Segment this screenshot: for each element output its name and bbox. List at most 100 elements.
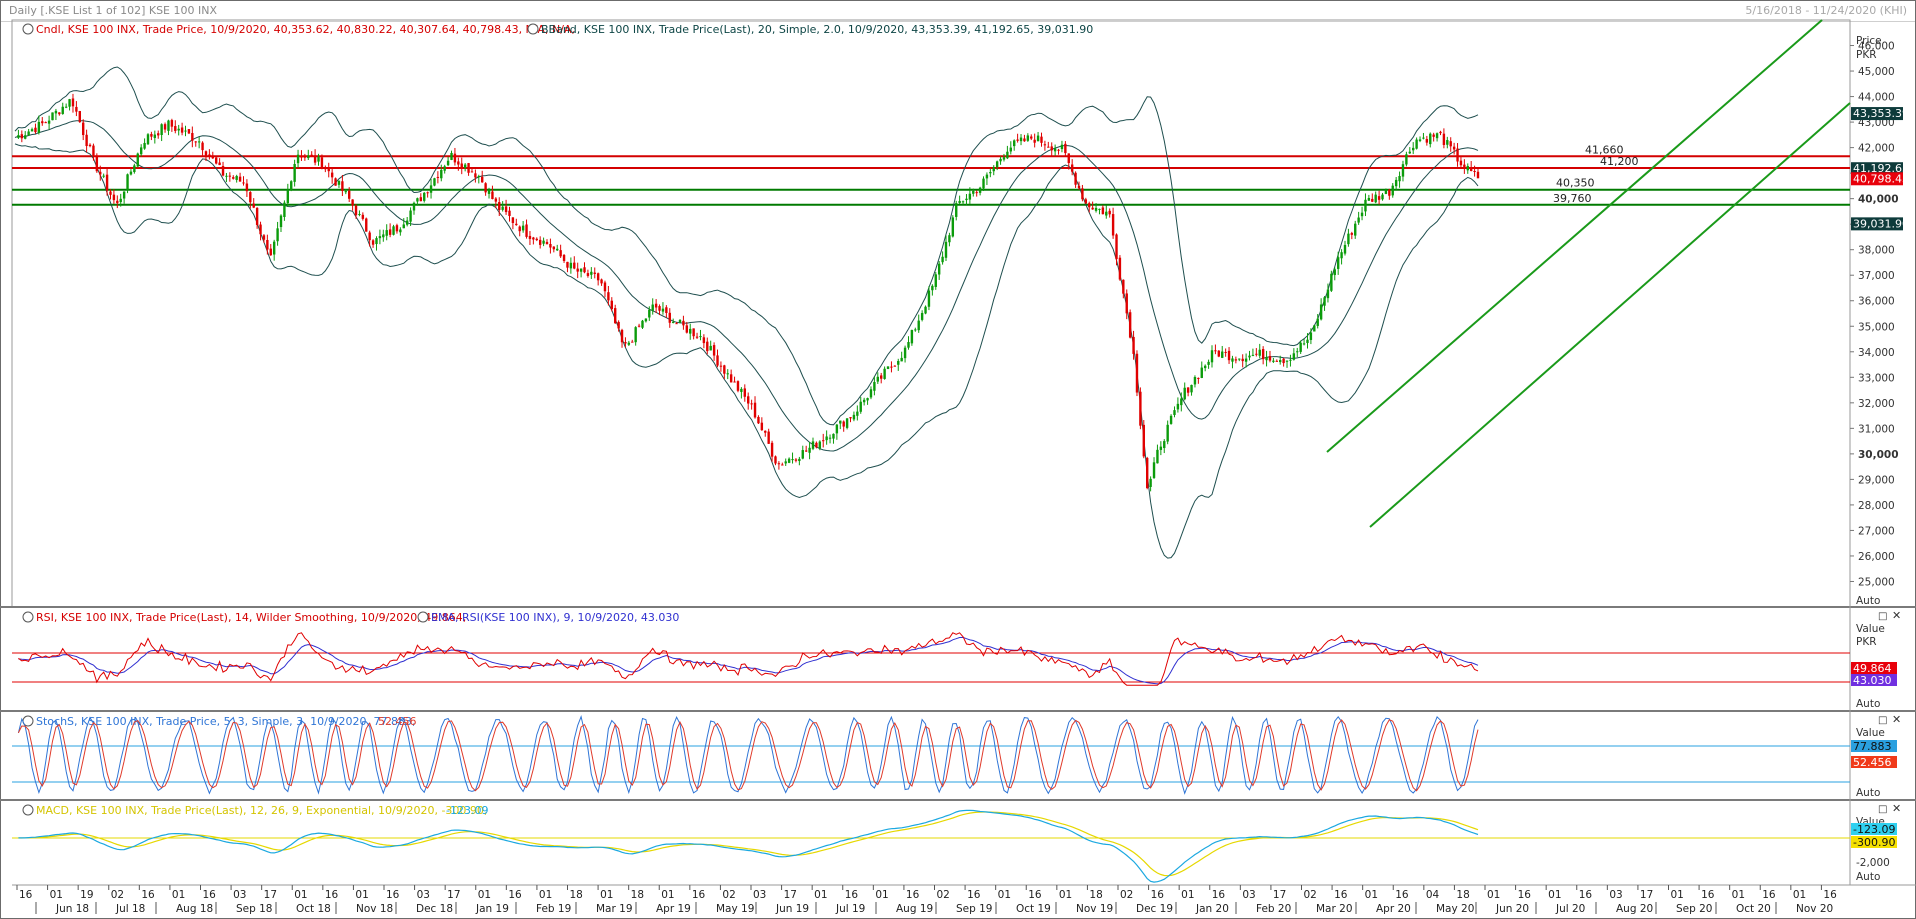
month-label: Aug 20 — [1616, 903, 1653, 915]
candle-body — [937, 263, 941, 275]
close-panel-icon[interactable]: ✕ — [1892, 713, 1901, 726]
candle-body — [1449, 141, 1452, 147]
maximize-panel-icon[interactable]: □ — [1878, 611, 1887, 622]
month-label: Feb 19 — [536, 903, 571, 915]
maximize-panel-icon[interactable]: □ — [1878, 715, 1887, 726]
candle-body — [1227, 350, 1231, 361]
candle-body — [798, 458, 801, 462]
candle-body — [989, 172, 992, 174]
month-label: Sep 19 — [956, 903, 993, 915]
month-label: Dec 19 — [1136, 903, 1173, 915]
candle-body — [1040, 136, 1043, 143]
price-tick-label: 26,000 — [1858, 551, 1895, 563]
stoch-auto-button[interactable]: Auto — [1856, 787, 1880, 799]
candle-body — [361, 214, 365, 219]
day-label: 01 — [1365, 889, 1378, 901]
macd-tick-label: -2,000 — [1856, 857, 1890, 869]
close-panel-icon[interactable]: ✕ — [1892, 609, 1901, 622]
level-label: 40,350 — [1556, 177, 1595, 190]
day-label: 01 — [1487, 889, 1500, 901]
day-label: 16 — [1334, 889, 1348, 901]
month-label: Jun 19 — [775, 903, 809, 915]
candle-body — [440, 169, 443, 179]
candle-body — [191, 133, 194, 141]
candle-body — [1067, 153, 1070, 164]
stoch-d-legend: 52.456 — [378, 715, 417, 728]
candle-body — [1442, 133, 1446, 145]
rsi-ema-line — [18, 636, 1479, 685]
price-auto-button[interactable]: Auto — [1856, 595, 1880, 607]
candle-body — [1251, 354, 1255, 356]
candle-body — [194, 141, 197, 143]
indicator-toggle-icon[interactable] — [527, 23, 539, 35]
candle-body — [1360, 212, 1364, 217]
bband-middle — [14, 120, 1479, 452]
candle-body — [1350, 233, 1354, 235]
rsi-lines — [18, 632, 1479, 686]
candle-body — [1364, 199, 1367, 212]
channel-line — [1326, 19, 1823, 453]
candle-body — [64, 106, 68, 108]
candle-body — [82, 122, 85, 136]
candle-body — [607, 292, 610, 301]
candle-body — [709, 345, 712, 351]
indicator-toggle-icon[interactable] — [22, 804, 34, 816]
candle-body — [614, 308, 617, 324]
candle-body — [1309, 332, 1313, 340]
candle-body — [327, 167, 330, 172]
candle-body — [757, 416, 760, 424]
candle-body — [1091, 207, 1094, 210]
month-label: Apr 20 — [1376, 903, 1411, 915]
candle-body — [573, 262, 576, 269]
candle-body — [184, 130, 187, 132]
price-tag: 39,031.90 — [1853, 217, 1909, 230]
candle-body — [542, 240, 545, 244]
candle-body — [235, 175, 238, 180]
indicator-toggle-icon[interactable] — [22, 23, 34, 35]
candle-body — [41, 121, 44, 124]
candle-body — [1053, 148, 1057, 152]
candle-body — [1381, 194, 1384, 200]
candle-body — [726, 373, 729, 375]
candle-body — [685, 325, 689, 333]
macd-legend: MACD, KSE 100 INX, Trade Price(Last), 12… — [36, 804, 487, 817]
candle-body — [692, 328, 695, 337]
rsi-auto-button[interactable]: Auto — [1856, 698, 1880, 710]
candle-body — [886, 366, 890, 369]
candle-body — [1296, 351, 1299, 353]
candle-body — [972, 190, 975, 194]
candle-body — [20, 134, 24, 139]
time-axis: 16 01 19 02 16 01 16 03 17 01 16 01 16 03 17 01 16 01 18 01… — [16, 885, 1837, 915]
candle-body — [1340, 252, 1343, 259]
indicator-toggle-icon[interactable] — [22, 611, 34, 623]
candle-body — [866, 398, 869, 401]
indicator-toggle-icon[interactable] — [417, 611, 429, 623]
candle-body — [1384, 189, 1388, 194]
price-tick-label: 31,000 — [1858, 423, 1895, 435]
month-label: Oct 18 — [296, 903, 331, 915]
candle-body — [283, 202, 286, 217]
macd-auto-button[interactable]: Auto — [1856, 871, 1880, 883]
candle-body — [743, 388, 746, 397]
candle-body — [1241, 358, 1244, 362]
candle-body — [1146, 457, 1149, 489]
candle-body — [603, 282, 607, 292]
maximize-panel-icon[interactable]: □ — [1878, 804, 1887, 815]
day-label: 03 — [1242, 889, 1255, 901]
candle-body — [388, 229, 392, 235]
candle-body — [678, 319, 682, 323]
candle-body — [1425, 139, 1429, 143]
stoch-d-line — [17, 719, 1479, 792]
day-label: 16 — [1518, 889, 1532, 901]
close-panel-icon[interactable]: ✕ — [1892, 802, 1901, 815]
candle-body — [286, 189, 290, 204]
candle-body — [955, 203, 958, 217]
day-label: 04 — [1426, 889, 1440, 901]
candle-body — [1333, 269, 1336, 276]
candle-body — [1459, 160, 1463, 166]
candle-body — [941, 256, 944, 263]
candle-body — [180, 127, 184, 133]
candle-body — [487, 190, 491, 194]
candle-body — [1265, 357, 1268, 361]
candle-body — [1452, 146, 1456, 150]
